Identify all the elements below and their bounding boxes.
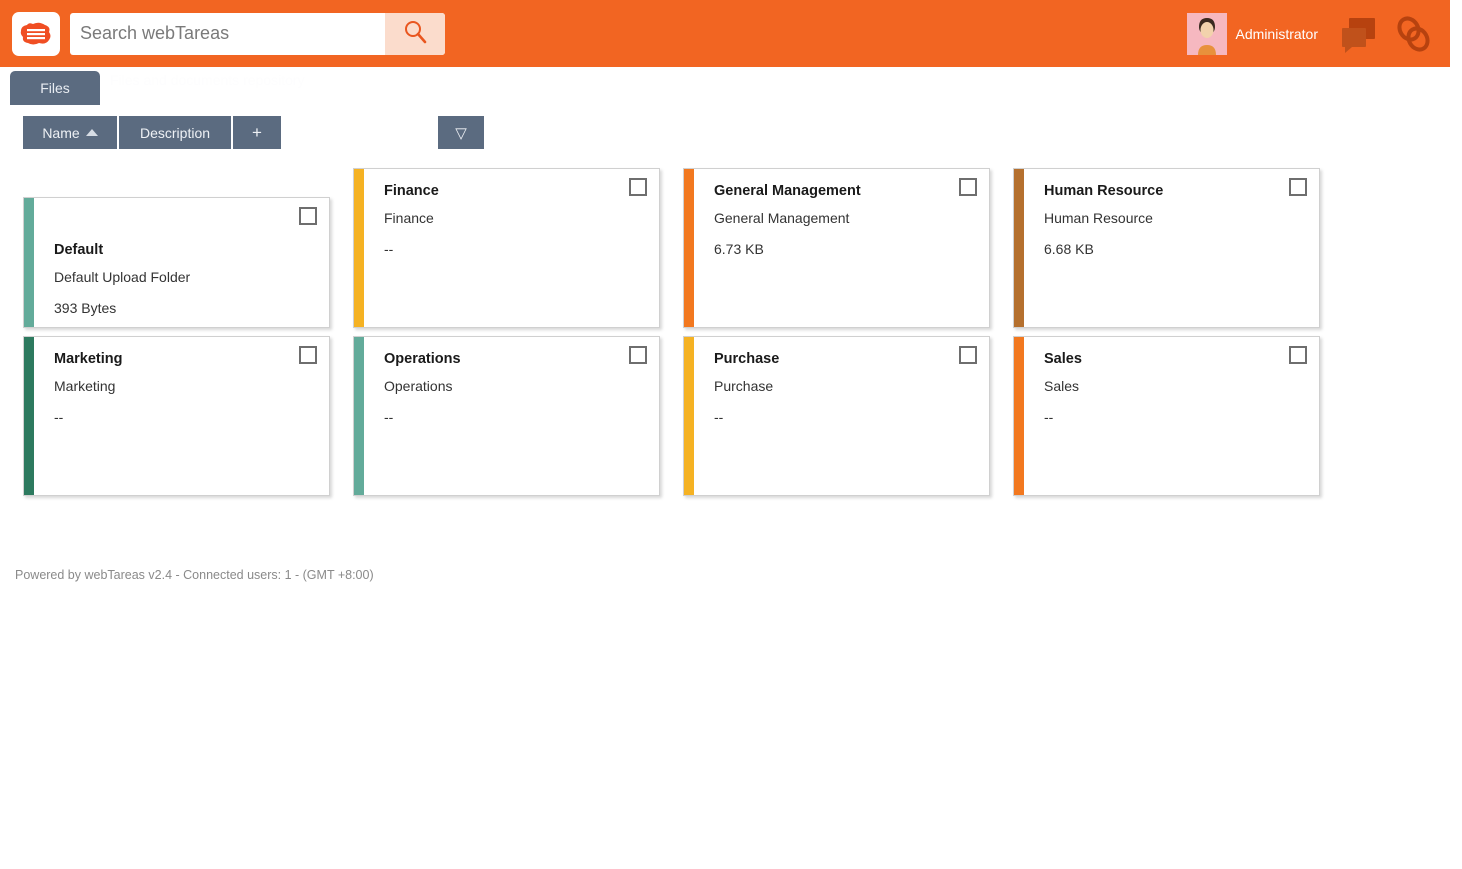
tab-files[interactable]: Files [10, 71, 100, 105]
card-body: Marketing Marketing -- [34, 337, 329, 495]
card-checkbox[interactable] [1289, 178, 1307, 196]
card-accent-bar [354, 337, 364, 495]
sort-by-name-button[interactable]: Name [23, 116, 119, 149]
filter-funnel-icon[interactable]: ▽ [438, 116, 484, 149]
card-description: General Management [714, 210, 850, 227]
footer-status: Powered by webTareas v2.4 - Connected us… [15, 568, 374, 582]
card-description: Human Resource [1044, 210, 1153, 227]
search-icon [402, 19, 428, 48]
card-body: Finance Finance -- [364, 169, 659, 327]
folder-card[interactable]: Purchase Purchase -- [683, 336, 990, 496]
card-size: -- [1044, 409, 1054, 426]
folder-card[interactable]: Operations Operations -- [353, 336, 660, 496]
card-description: Purchase [714, 378, 774, 395]
card-title: Human Resource [1044, 183, 1164, 199]
card-title: Marketing [54, 351, 123, 367]
search-input[interactable] [70, 12, 385, 55]
card-checkbox[interactable] [959, 346, 977, 364]
card-description: Finance [384, 210, 434, 227]
search-button[interactable] [385, 12, 445, 55]
card-accent-bar [24, 337, 34, 495]
card-title: General Management [714, 183, 861, 199]
app-header: Administrator [0, 0, 1450, 67]
card-slot: Marketing Marketing -- [0, 328, 330, 496]
chain-link-icon[interactable] [1392, 14, 1436, 54]
card-checkbox[interactable] [959, 178, 977, 196]
card-size: -- [714, 409, 724, 426]
card-checkbox[interactable] [629, 346, 647, 364]
card-title: Sales [1044, 351, 1082, 367]
card-description: Sales [1044, 378, 1080, 395]
card-description: Default Upload Folder [54, 269, 191, 286]
card-body: Default Default Upload Folder 393 Bytes [34, 198, 329, 327]
card-body: Sales Sales -- [1024, 337, 1319, 495]
card-size: -- [384, 409, 394, 426]
card-title: Finance [384, 183, 439, 199]
add-column-button[interactable]: + [233, 116, 283, 149]
user-name-label: Administrator [1235, 25, 1318, 42]
card-title: Default [54, 242, 104, 258]
global-search [70, 12, 445, 55]
card-slot: General Management General Management 6.… [660, 160, 990, 328]
card-slot: Human Resource Human Resource 6.68 KB [990, 160, 1320, 328]
folder-card[interactable]: General Management General Management 6.… [683, 168, 990, 328]
sort-name-label: Name [42, 124, 80, 141]
header-user-area: Administrator [1186, 0, 1450, 67]
card-slot: Default Default Upload Folder 393 Bytes [0, 160, 330, 328]
card-size: 6.68 KB [1044, 241, 1094, 258]
card-accent-bar [1014, 169, 1024, 327]
card-slot: Finance Finance -- [330, 160, 660, 328]
chat-bubbles-icon[interactable] [1340, 14, 1386, 54]
sort-by-description-button[interactable]: Description [119, 116, 233, 149]
card-description: Marketing [54, 378, 116, 395]
card-body: Operations Operations -- [364, 337, 659, 495]
card-body: Purchase Purchase -- [694, 337, 989, 495]
card-title: Purchase [714, 351, 780, 367]
webtareas-cloud-logo-icon [19, 19, 53, 49]
card-checkbox[interactable] [299, 207, 317, 225]
card-body: Human Resource Human Resource 6.68 KB [1024, 169, 1319, 327]
card-checkbox[interactable] [629, 178, 647, 196]
ghost-text: Files and documents repository [110, 72, 305, 88]
card-slot: Sales Sales -- [990, 328, 1320, 496]
card-slot: Operations Operations -- [330, 328, 660, 496]
sort-ascending-icon [85, 129, 98, 136]
app-logo[interactable] [12, 11, 60, 56]
folder-card[interactable]: Human Resource Human Resource 6.68 KB [1013, 168, 1320, 328]
card-accent-bar [684, 169, 694, 327]
card-accent-bar [684, 337, 694, 495]
card-accent-bar [24, 198, 34, 327]
card-size: -- [384, 241, 394, 258]
card-description: Operations [384, 378, 453, 395]
folder-card[interactable]: Default Default Upload Folder 393 Bytes [23, 197, 330, 328]
card-row: Default Default Upload Folder 393 Bytes … [0, 160, 1350, 328]
card-size: 393 Bytes [54, 300, 117, 317]
avatar[interactable] [1186, 12, 1227, 55]
folder-card[interactable]: Sales Sales -- [1013, 336, 1320, 496]
folder-card[interactable]: Marketing Marketing -- [23, 336, 330, 496]
tab-bar: Files [10, 71, 100, 105]
folder-card[interactable]: Finance Finance -- [353, 168, 660, 328]
filter-input[interactable] [283, 116, 438, 149]
card-checkbox[interactable] [1289, 346, 1307, 364]
card-accent-bar [1014, 337, 1024, 495]
card-title: Operations [384, 351, 461, 367]
card-body: General Management General Management 6.… [694, 169, 989, 327]
card-checkbox[interactable] [299, 346, 317, 364]
card-row: Marketing Marketing -- Operations Operat… [0, 328, 1350, 496]
card-size: -- [54, 409, 64, 426]
card-size: 6.73 KB [714, 241, 764, 258]
card-accent-bar [354, 169, 364, 327]
card-slot: Purchase Purchase -- [660, 328, 990, 496]
filter-bar: Name Description + ▽ [23, 116, 484, 149]
folder-card-grid: Default Default Upload Folder 393 Bytes … [0, 160, 1350, 496]
